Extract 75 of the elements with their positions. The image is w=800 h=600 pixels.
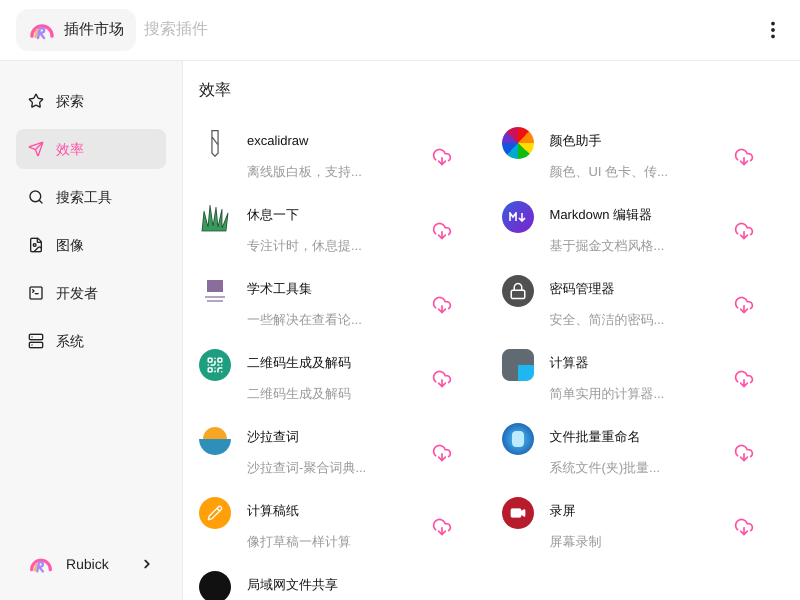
plugin-description: 颜色、UI 色卡、传... (550, 162, 669, 180)
download-icon[interactable] (432, 295, 452, 315)
qr-code-icon (199, 349, 231, 381)
plugin-name: 录屏 (550, 502, 576, 520)
plugin-description: 二维码生成及解码 (247, 384, 352, 402)
user-footer[interactable]: Rubick (16, 544, 166, 584)
image-file-icon (28, 237, 44, 253)
plugin-name: excalidraw (247, 132, 310, 150)
plugin-item[interactable]: 录屏 屏幕录制 (502, 491, 784, 565)
download-icon[interactable] (432, 517, 452, 537)
plugin-item[interactable]: 学术工具集 一些解决在查看论... (199, 269, 482, 343)
sidebar-item[interactable]: 搜索工具 (16, 177, 166, 217)
download-icon[interactable] (432, 443, 452, 463)
sidebar-item[interactable]: 探索 (16, 81, 166, 121)
plugin-item[interactable]: 沙拉查词 沙拉查词-聚合词典... (199, 417, 482, 491)
plugin-description: 屏幕录制 (550, 532, 602, 550)
plugin-item[interactable]: 计算器 简单实用的计算器... (502, 343, 784, 417)
star-icon (28, 93, 44, 109)
plugin-item[interactable]: excalidraw 离线版白板，支持... (199, 121, 482, 195)
plugin-description: 系统文件(夹)批量... (550, 458, 661, 477)
plugin-item[interactable]: 文件批量重命名 系统文件(夹)批量... (502, 417, 784, 491)
app-title-pill[interactable]: 插件市场 (16, 9, 136, 51)
download-icon[interactable] (734, 517, 754, 537)
plugin-item[interactable]: 二维码生成及解码 二维码生成及解码 (199, 343, 482, 417)
video-camera-icon (502, 497, 534, 529)
plugin-description: 像打草稿一样计算 (247, 532, 352, 550)
plugin-description: 沙拉查词-聚合词典... (247, 458, 368, 476)
download-icon[interactable] (734, 147, 754, 167)
download-icon[interactable] (734, 221, 754, 241)
plugin-description: 专注计时，休息提... (247, 236, 363, 254)
calculator-icon (502, 349, 534, 381)
download-icon[interactable] (432, 147, 452, 167)
terminal-icon (28, 285, 44, 301)
plugin-name: 计算稿纸 (247, 502, 300, 520)
user-name: Rubick (66, 554, 110, 574)
section-title: 效率 (199, 80, 232, 101)
plugin-name: 计算器 (550, 354, 590, 372)
plugin-name: 二维码生成及解码 (247, 354, 352, 372)
plugin-description: 一些解决在查看论... (247, 310, 363, 328)
plugin-name: 颜色助手 (550, 132, 602, 150)
server-icon (28, 333, 44, 349)
plugin-item[interactable]: 休息一下 专注计时，休息提... (199, 195, 482, 269)
plugin-name: 学术工具集 (247, 280, 313, 298)
download-icon[interactable] (734, 443, 754, 463)
waterfall-icon (502, 423, 534, 455)
plugin-description: 离线版白板，支持... (247, 162, 363, 180)
plugin-description: 安全、简洁的密码... (550, 310, 666, 328)
plugin-item[interactable]: 颜色助手 颜色、UI 色卡、传... (502, 121, 784, 195)
download-icon[interactable] (734, 295, 754, 315)
plugin-item[interactable]: 计算稿纸 像打草稿一样计算 (199, 491, 482, 565)
lock-icon (502, 275, 534, 307)
plugin-name: 沙拉查词 (247, 428, 300, 446)
download-icon[interactable] (432, 369, 452, 389)
sidebar-item[interactable]: 开发者 (16, 273, 166, 313)
plugin-name: 休息一下 (247, 206, 300, 224)
plugin-name: Markdown 编辑器 (550, 206, 654, 224)
send-icon (28, 141, 44, 157)
plugin-description: 基于掘金文档风格... (550, 236, 666, 254)
color-wheel-icon (502, 127, 534, 159)
markdown-icon-mark (508, 212, 526, 222)
app-title: 插件市场 (64, 20, 124, 40)
plugin-name: 文件批量重命名 (550, 428, 642, 446)
pen-sketch-icon (211, 130, 219, 156)
download-icon[interactable] (432, 221, 452, 241)
search-icon (28, 189, 44, 205)
plugin-item[interactable]: Markdown 编辑器 基于掘金文档风格... (502, 195, 784, 269)
plugin-item[interactable]: 密码管理器 安全、简洁的密码... (502, 269, 784, 343)
plugin-item[interactable]: 局域网文件共享 (199, 565, 482, 600)
plugin-name: 局域网文件共享 (247, 576, 339, 594)
download-icon[interactable] (734, 369, 754, 389)
sidebar-item[interactable]: 系统 (16, 321, 166, 361)
plugin-description: 简单实用的计算器... (550, 384, 666, 402)
plugin-name: 密码管理器 (550, 280, 616, 298)
search-field[interactable]: 搜索插件 (144, 18, 762, 42)
sidebar-item[interactable]: 图像 (16, 225, 166, 265)
